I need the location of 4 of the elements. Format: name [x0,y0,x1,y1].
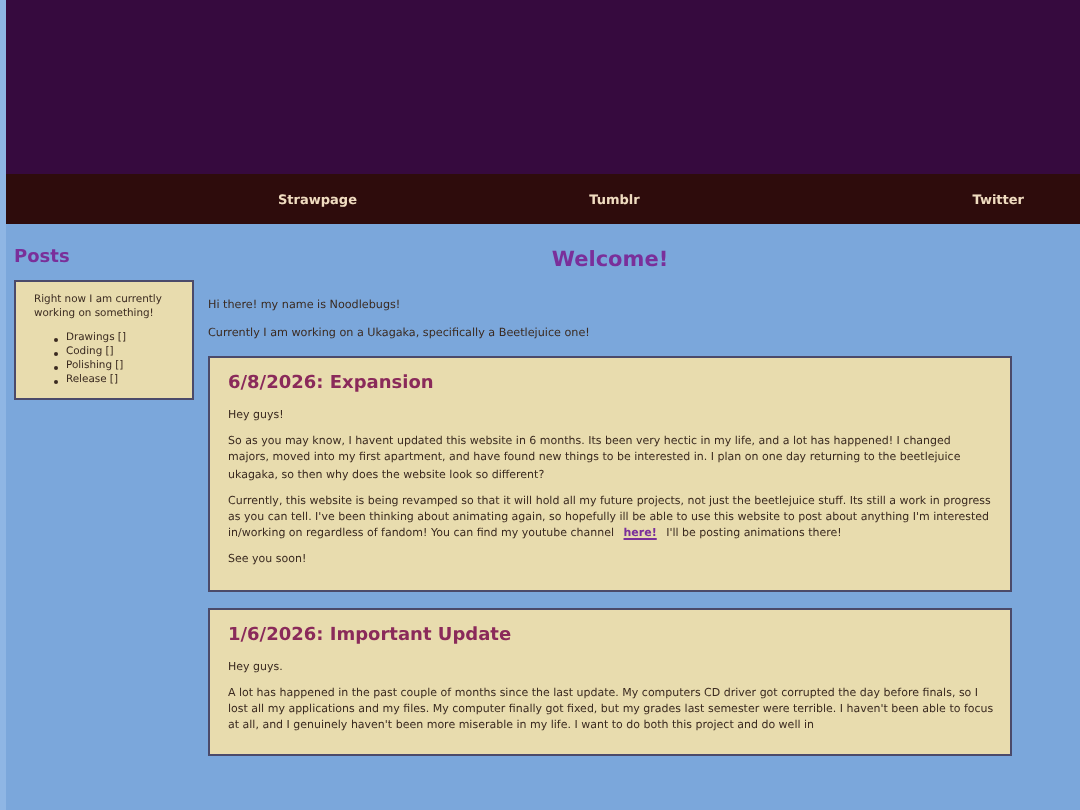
sidebar-title: Posts [14,248,72,268]
post-title: 1/6/2026: Important Update [228,625,514,646]
page-title: Welcome! [549,248,671,272]
post-title: 6/8/2026: Expansion [228,374,436,394]
